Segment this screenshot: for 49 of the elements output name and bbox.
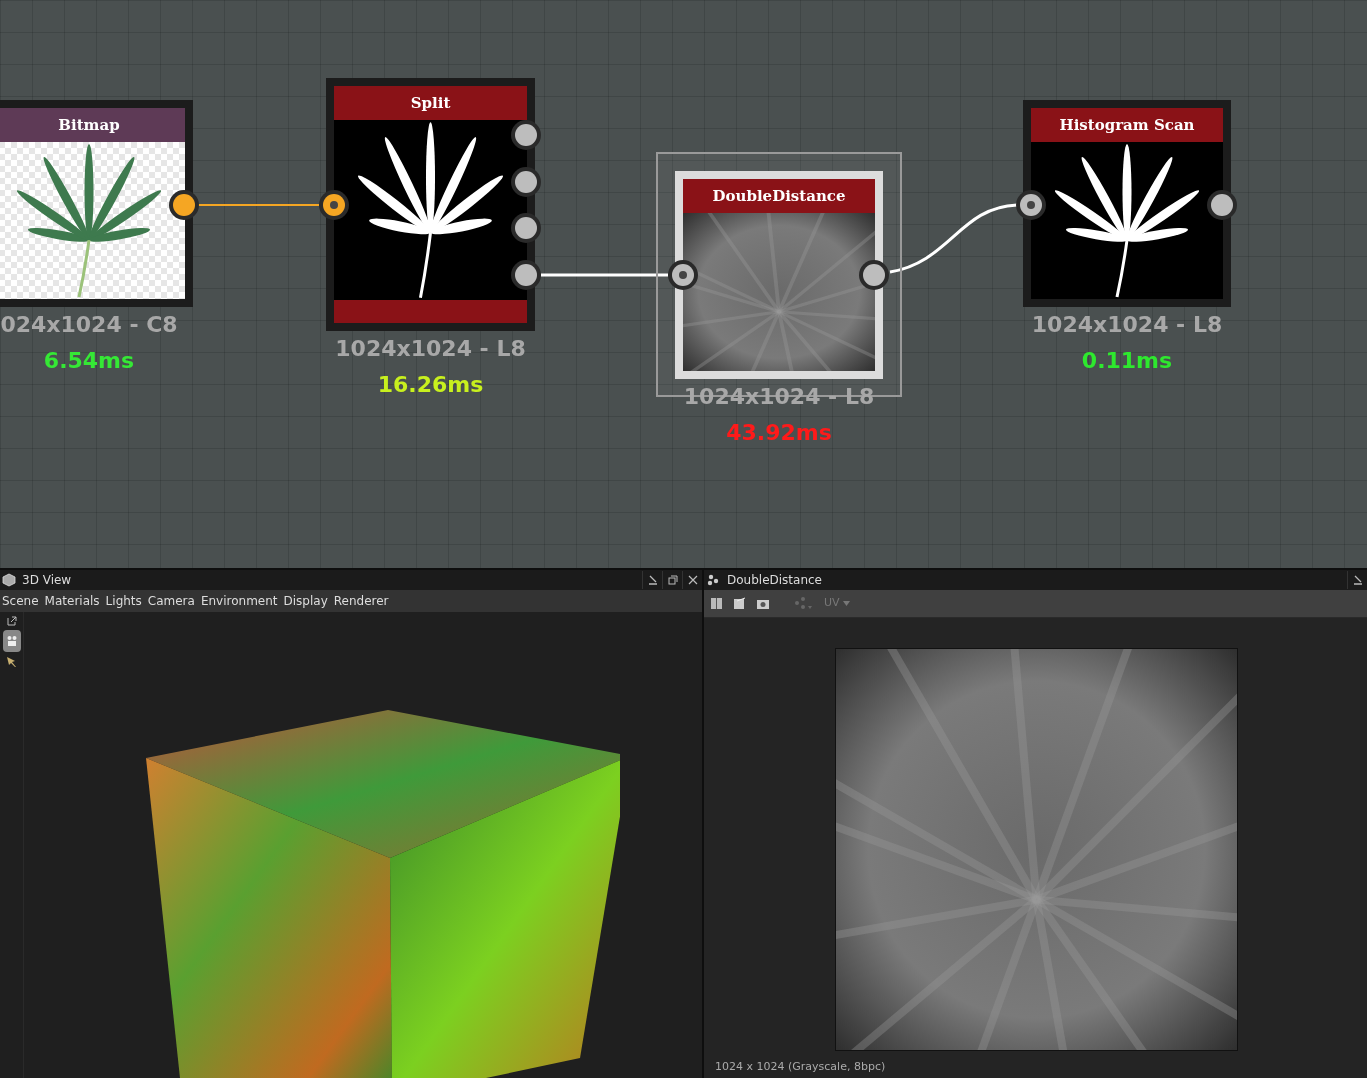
camera-icon [5,635,18,647]
pin-icon [1352,575,1363,585]
port-connector[interactable] [319,190,349,220]
port-connector[interactable] [1016,190,1046,220]
restore-icon [667,575,678,585]
external-link-icon[interactable] [6,616,17,626]
menu-item[interactable]: Display [283,592,328,610]
pointer-tool-icon[interactable] [5,656,18,668]
pin-icon [647,575,658,585]
menu-item[interactable]: Environment [200,592,278,610]
panel-title: 3D View [22,572,72,589]
document-icon[interactable] [733,597,746,610]
timing-label: 6.54ms [43,347,135,375]
port-connector[interactable] [169,190,199,220]
menu-item[interactable]: Scene [2,592,39,610]
timing-label: 16.26ms [377,371,484,399]
camera-tool[interactable] [2,630,21,652]
port-connector[interactable] [511,260,541,290]
menu-item[interactable]: Camera [147,592,195,610]
close-icon [687,575,698,585]
caret-icon [842,601,850,606]
node-title: Split [334,86,527,120]
camera-icon[interactable] [756,597,770,610]
node-title: DoubleDistance [683,179,875,213]
node-title: Bitmap [0,108,185,142]
port-connector[interactable] [511,120,541,150]
node-frame[interactable]: Histogram Scan [1023,100,1231,307]
nodes-icon [707,574,719,586]
port-connector[interactable] [1207,190,1237,220]
resolution-label: 1024x1024 - L8 [335,335,526,363]
node-title: Histogram Scan [1031,108,1223,142]
compare-icon[interactable] [710,597,723,610]
timing-label: 43.92ms [726,419,832,447]
node-frame[interactable]: Bitmap [0,100,193,307]
port-connector[interactable] [668,260,698,290]
resolution-label: 024x1024 - C8 [0,311,178,339]
menu-item[interactable]: Materials [44,592,100,610]
menu-item[interactable]: Renderer [333,592,389,610]
panel-title: DoubleDistance [727,572,822,589]
cube-icon [2,573,16,587]
node-frame[interactable]: Split [326,78,535,331]
resolution-label: 1024x1024 - L8 [1031,311,1223,339]
port-connector[interactable] [859,260,889,290]
image-info: 1024 x 1024 (Grayscale, 8bpc) [714,1058,887,1075]
timing-label: 0.11ms [1081,347,1173,375]
menu-item[interactable]: Lights [105,592,142,610]
port-connector[interactable] [511,167,541,197]
port-connector[interactable] [511,213,541,243]
node-frame[interactable]: DoubleDistance [675,171,883,379]
